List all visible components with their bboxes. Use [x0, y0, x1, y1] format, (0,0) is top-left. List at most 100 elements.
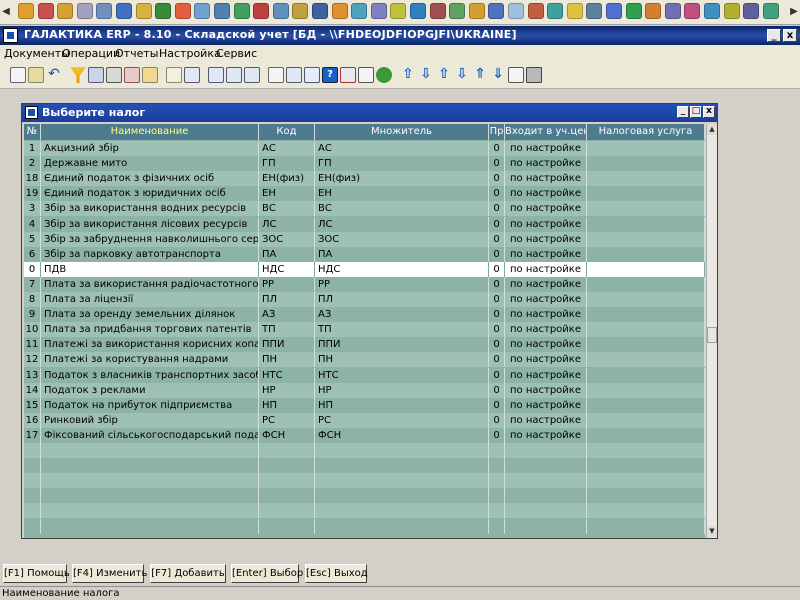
table-row[interactable]: 9 Плата за оренду земельних ділянок АЗ АЗ 0 п…: [24, 307, 705, 323]
menu-service[interactable]: Сервис: [216, 47, 257, 60]
close-button[interactable]: x: [783, 29, 797, 42]
quick-launch-icon[interactable]: [586, 3, 603, 19]
window-icon[interactable]: [340, 67, 356, 83]
quick-launch-icon[interactable]: [233, 3, 250, 19]
column-header-name[interactable]: Наименование: [41, 124, 259, 140]
menu-operations[interactable]: Операции: [62, 47, 120, 60]
quick-launch-icon[interactable]: [508, 3, 524, 19]
quick-launch-icon[interactable]: [272, 3, 289, 19]
dialog-minimize-button[interactable]: _: [677, 106, 689, 118]
column-header-tax-service[interactable]: Налоговая услуга: [587, 124, 705, 140]
quick-launch-icon[interactable]: [174, 3, 191, 19]
quick-launch-icon[interactable]: [625, 3, 642, 19]
scroll-left-icon[interactable]: ◀: [1, 4, 11, 20]
quick-launch-icon[interactable]: [155, 3, 172, 19]
table-row[interactable]: 4 Збір за використання лісових ресурсів ЛС…: [24, 216, 705, 232]
quick-launch-icon[interactable]: [488, 3, 505, 19]
minimize-button[interactable]: _: [767, 29, 781, 42]
copy-icon[interactable]: [10, 67, 26, 83]
help-button[interactable]: [F1] Помощь: [3, 564, 70, 583]
quick-launch-icon[interactable]: [468, 3, 485, 19]
dialog-close-button[interactable]: x: [703, 106, 715, 118]
scroll-thumb[interactable]: [707, 327, 717, 343]
quick-launch-icon[interactable]: [449, 3, 466, 19]
document-icon[interactable]: [358, 67, 374, 83]
quick-launch-icon[interactable]: [57, 3, 74, 19]
record-info-icon[interactable]: [508, 67, 524, 83]
calculator-icon[interactable]: [286, 67, 302, 83]
quick-launch-icon[interactable]: [547, 3, 564, 19]
quick-launch-icon[interactable]: [96, 3, 113, 19]
quick-launch-icon[interactable]: [566, 3, 583, 19]
select-button[interactable]: [Enter] Выбор: [231, 564, 303, 583]
quick-launch-icon[interactable]: [18, 3, 34, 19]
scroll-up-icon[interactable]: ▲: [707, 124, 717, 135]
table-row[interactable]: 12 Платежі за користування надрами ПН ПН 0 по…: [24, 352, 705, 368]
table-row[interactable]: 0 ПДВ НДС НДС 0 по настройке: [24, 261, 705, 277]
menu-documents[interactable]: Документы: [4, 47, 70, 60]
edit-icon[interactable]: [166, 67, 182, 83]
table-row[interactable]: 2 Державне мито ГП ГП 0 по настройке: [24, 156, 705, 172]
quick-launch-icon[interactable]: [390, 3, 407, 19]
table-row[interactable]: 18 Єдиний податок з фізичних осіб ЕН(физ) Е…: [24, 171, 705, 187]
undo-icon[interactable]: ↶: [46, 67, 62, 83]
page-down-icon[interactable]: ⇩: [454, 67, 470, 83]
quick-launch-icon[interactable]: [645, 3, 662, 19]
quick-launch-icon[interactable]: [351, 3, 368, 19]
scroll-right-icon[interactable]: ▶: [789, 4, 799, 20]
scroll-down-icon[interactable]: ▼: [707, 526, 717, 537]
table-row[interactable]: 11 Платежі за використання корисних копал…: [24, 337, 705, 353]
help-icon[interactable]: ?: [322, 67, 338, 83]
quick-launch-icon[interactable]: [292, 3, 309, 19]
picture-icon[interactable]: [268, 67, 284, 83]
quick-launch-icon[interactable]: [312, 3, 328, 19]
quick-launch-icon[interactable]: [684, 3, 701, 19]
table-row[interactable]: 1 Акцизний збір АС АС 0 по настройке: [24, 141, 705, 156]
menu-reports[interactable]: Отчеты: [115, 47, 158, 60]
refresh-icon[interactable]: [376, 67, 392, 83]
table-row[interactable]: 5Збір за забруднення навколишнього серед…: [24, 231, 705, 247]
column-header-code[interactable]: Код: [259, 124, 315, 140]
find-next-icon[interactable]: [124, 67, 140, 83]
table-row[interactable]: 15 Податок на прибуток підприємства НП НП 0 п…: [24, 397, 705, 413]
quick-launch-icon[interactable]: [116, 3, 132, 19]
printer-icon[interactable]: [526, 67, 542, 83]
quick-launch-icon[interactable]: [606, 3, 622, 19]
quick-launch-icon[interactable]: [194, 3, 211, 19]
arrow-down-icon[interactable]: ⇩: [418, 67, 434, 83]
column-header-pr[interactable]: Пр: [489, 124, 505, 140]
column-icon[interactable]: [208, 67, 224, 83]
table-row[interactable]: 17 Фіксований сільськогосподарський подат…: [24, 427, 705, 443]
quick-launch-icon[interactable]: [253, 3, 270, 19]
table-row[interactable]: 13 Податок з власників транспортних засоб…: [24, 367, 705, 383]
table-row[interactable]: 19 Єдиний податок з юридичних осіб ЕН ЕН 0 по…: [24, 186, 705, 202]
quick-launch-icon[interactable]: [527, 3, 544, 19]
find-icon[interactable]: [106, 67, 122, 83]
page-up-icon[interactable]: ⇧: [436, 67, 452, 83]
vertical-scrollbar[interactable]: ▲ ▼: [706, 124, 717, 538]
quick-launch-icon[interactable]: [76, 3, 93, 19]
search-icon[interactable]: [88, 67, 104, 83]
table-icon[interactable]: [184, 67, 200, 83]
paste-icon[interactable]: [28, 67, 44, 83]
column-header-in-price[interactable]: Входит в уч.цену: [505, 124, 587, 140]
menu-settings[interactable]: Настройка: [159, 47, 221, 60]
quick-launch-icon[interactable]: [429, 3, 446, 19]
table-row[interactable]: 14 Податок з реклами НР НР 0 по настройке: [24, 382, 705, 398]
column-header-multiplier[interactable]: Множитель: [315, 124, 489, 140]
quick-launch-icon[interactable]: [37, 3, 54, 19]
quick-launch-icon[interactable]: [331, 3, 348, 19]
quick-launch-icon[interactable]: [762, 3, 779, 19]
edit-button[interactable]: [F4] Изменить: [72, 564, 147, 583]
quick-launch-icon[interactable]: [370, 3, 387, 19]
tax-grid[interactable]: № Наименование Код Множитель Пр Входит в…: [24, 124, 705, 538]
quick-launch-icon[interactable]: [135, 3, 152, 19]
filter-icon[interactable]: [70, 67, 86, 83]
last-record-icon[interactable]: ⇓: [490, 67, 506, 83]
table-row[interactable]: 10 Плата за придбання торгових патентів ТП…: [24, 322, 705, 338]
quick-launch-icon[interactable]: [743, 3, 760, 19]
sort-icon[interactable]: [142, 67, 158, 83]
quick-launch-icon[interactable]: [410, 3, 426, 19]
first-record-icon[interactable]: ⇑: [472, 67, 488, 83]
arrow-up-icon[interactable]: ⇧: [400, 67, 416, 83]
